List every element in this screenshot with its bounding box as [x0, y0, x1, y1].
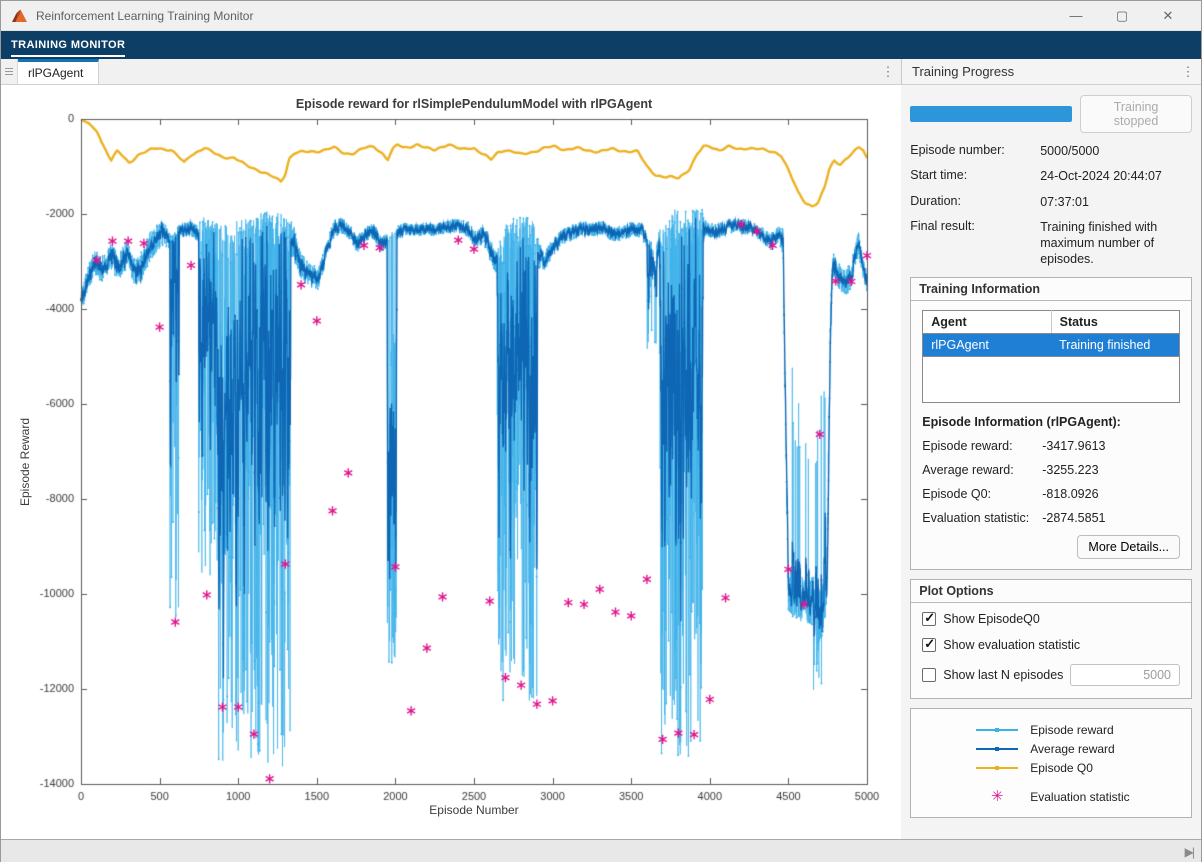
option-show-evaluation-statistic[interactable]: Show evaluation statistic: [922, 638, 1180, 652]
expand-panel-icon[interactable]: ▶|: [1185, 845, 1193, 859]
legend-episode-reward: Episode reward: [911, 721, 1191, 740]
training-information-title: Training Information: [911, 278, 1191, 301]
episode-info-title: Episode Information (rlPGAgent):: [922, 415, 1180, 429]
plot-options-title: Plot Options: [911, 580, 1191, 603]
episode-reward-line-swatch: [976, 729, 1018, 731]
legend-average-reward: Average reward: [911, 740, 1191, 759]
evaluation-statistic-asterisk-swatch: ✳: [976, 790, 1018, 804]
matlab-logo-icon: [11, 8, 28, 24]
chart-title: Episode reward for rlSimplePendulumModel…: [81, 97, 867, 111]
progress-panel-menu-icon[interactable]: ⋮: [1175, 64, 1201, 80]
training-progress-panel: Training stopped Episode number: 5000/50…: [901, 85, 1201, 839]
training-plot-canvas[interactable]: [1, 85, 901, 839]
titlebar: Reinforcement Learning Training Monitor …: [1, 1, 1201, 31]
training-progress-header: Training Progress: [912, 64, 1014, 79]
show-evaluation-statistic-checkbox[interactable]: [922, 638, 936, 652]
more-details-button[interactable]: More Details...: [1077, 535, 1180, 559]
agents-table-header-status: Status: [1051, 310, 1179, 333]
option-show-last-n-episodes[interactable]: Show last N episodes: [922, 664, 1180, 686]
last-n-episodes-input[interactable]: [1070, 664, 1180, 686]
tab-list-icon[interactable]: [1, 59, 18, 84]
tab-rlpgagent[interactable]: rlPGAgent: [18, 59, 99, 84]
plot-options-section: Plot Options Show EpisodeQ0 Show evaluat…: [910, 579, 1192, 699]
tab-row: rlPGAgent ⋮ Training Progress ⋮: [1, 59, 1201, 85]
stat-evaluation-statistic: Evaluation statistic: -2874.5851: [922, 511, 1180, 525]
maximize-button[interactable]: ▢: [1099, 2, 1145, 30]
stat-episode-reward: Episode reward: -3417.9613: [922, 439, 1180, 453]
agents-table[interactable]: Agent Status rlPGAgent Training finished: [922, 310, 1180, 357]
ribbon: TRAINING MONITOR: [1, 31, 1201, 59]
option-show-episodeq0[interactable]: Show EpisodeQ0: [922, 612, 1180, 626]
field-start-time: Start time: 24-Oct-2024 20:44:07: [910, 168, 1192, 184]
training-information-section: Training Information Agent Status rlPGAg…: [910, 277, 1192, 570]
minimize-button[interactable]: —: [1053, 2, 1099, 30]
plot-panel-menu-icon[interactable]: ⋮: [875, 59, 901, 84]
plot-panel: Episode reward for rlSimplePendulumModel…: [1, 85, 901, 839]
plot-legend: Episode reward Average reward Episode Q0…: [910, 708, 1192, 818]
field-duration: Duration: 07:37:01: [910, 194, 1192, 210]
bottom-collapsed-panel: ▶|: [1, 839, 1201, 862]
agents-table-header-agent: Agent: [923, 310, 1051, 333]
close-button[interactable]: ✕: [1145, 2, 1191, 30]
agents-table-empty-area: [922, 357, 1180, 403]
episode-q0-line-swatch: [976, 767, 1018, 769]
show-episodeq0-checkbox[interactable]: [922, 612, 936, 626]
training-stopped-button[interactable]: Training stopped: [1080, 95, 1192, 133]
window-title: Reinforcement Learning Training Monitor: [36, 9, 253, 23]
show-last-n-episodes-checkbox[interactable]: [922, 668, 936, 682]
table-row[interactable]: rlPGAgent Training finished: [923, 333, 1180, 356]
field-episode-number: Episode number: 5000/5000: [910, 143, 1192, 159]
app-window: Reinforcement Learning Training Monitor …: [0, 0, 1202, 862]
x-axis-label: Episode Number: [81, 803, 867, 817]
stat-average-reward: Average reward: -3255.223: [922, 463, 1180, 477]
ribbon-tab-training-monitor[interactable]: TRAINING MONITOR: [11, 39, 125, 57]
stat-episode-q0: Episode Q0: -818.0926: [922, 487, 1180, 501]
legend-episode-q0: Episode Q0: [911, 759, 1191, 778]
average-reward-line-swatch: [976, 748, 1018, 750]
training-progress-bar: [910, 106, 1072, 122]
legend-evaluation-statistic: ✳ Evaluation statistic: [911, 788, 1191, 807]
field-final-result: Final result: Training finished with max…: [910, 219, 1192, 268]
y-axis-label: Episode Reward: [18, 402, 32, 522]
